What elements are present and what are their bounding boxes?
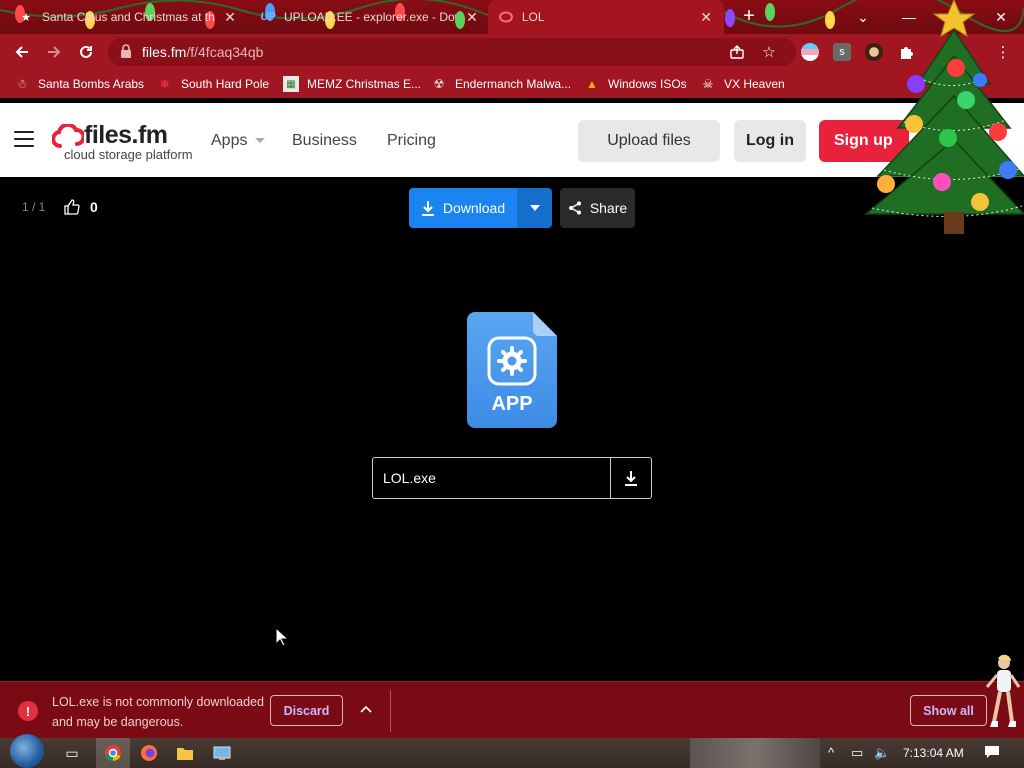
shelf-divider <box>390 690 391 732</box>
action-center-icon[interactable] <box>984 745 1000 762</box>
browser-toolbar: files.fm/f/4fcaq34qb ☆ s ⋮ <box>0 34 1024 70</box>
address-bar[interactable]: files.fm/f/4fcaq34qb ☆ <box>108 38 796 66</box>
extension-s-icon[interactable]: s <box>833 43 851 61</box>
tab-lol[interactable]: LOL ✕ <box>488 0 724 34</box>
caret-down-icon <box>255 138 266 144</box>
chrome-icon[interactable] <box>102 742 124 764</box>
share-icon <box>568 201 581 215</box>
like-count: 0 <box>90 199 98 215</box>
discard-button[interactable]: Discard <box>270 695 343 726</box>
tab-strip: ★ Santa Claus and Christmas at the ✕ UP … <box>0 0 1024 34</box>
bookmark-item[interactable]: ▦ MEMZ Christmas E... <box>283 75 421 93</box>
tab-upload-ee[interactable]: UP UPLOAD.EE - explorer.exe - Dow ✕ <box>250 0 490 34</box>
share-button[interactable]: Share <box>560 188 635 228</box>
upload-ee-icon: UP <box>260 11 276 23</box>
windows-taskbar: ▭ ^ ▭ 🔈 7:13:04 AM <box>0 734 1024 768</box>
volume-icon[interactable]: 🔈 <box>874 745 890 761</box>
lock-icon <box>121 44 131 58</box>
download-button[interactable]: Download <box>409 188 517 228</box>
firefox-icon[interactable] <box>138 742 160 764</box>
reload-icon[interactable] <box>74 40 98 64</box>
back-arrow-icon[interactable] <box>10 40 34 64</box>
memz-icon: ▦ <box>283 76 299 92</box>
site-header: files.fm cloud storage platform Apps Bus… <box>0 103 1024 177</box>
caret-down-icon <box>529 205 540 211</box>
start-button[interactable] <box>10 734 44 768</box>
download-icon <box>625 471 637 486</box>
bookmark-item[interactable]: ▲ Windows ISOs <box>584 75 687 93</box>
share-page-icon[interactable] <box>728 43 746 61</box>
tab-title: UPLOAD.EE - explorer.exe - Dow <box>284 10 456 24</box>
extensions-puzzle-icon[interactable] <box>897 43 915 61</box>
control-panel-icon[interactable] <box>211 742 233 764</box>
file-download-button[interactable] <box>610 458 651 498</box>
bookmark-item[interactable]: ☠ VX Heaven <box>700 75 785 93</box>
extension-flag-icon[interactable] <box>801 43 819 61</box>
nav-pricing[interactable]: Pricing <box>387 132 436 150</box>
bookmark-star-icon[interactable]: ☆ <box>760 43 778 61</box>
like-button[interactable]: 0 <box>64 199 98 215</box>
menu-kebab-icon[interactable]: ⋮ <box>994 43 1012 61</box>
bookmark-item[interactable]: ❄ South Hard Pole <box>157 75 269 93</box>
warning-icon: ! <box>18 701 38 721</box>
app-file-type-icon: APP <box>467 312 557 428</box>
sign-up-button[interactable]: Sign up <box>819 120 909 162</box>
extension-avatar-icon[interactable] <box>865 43 883 61</box>
close-icon[interactable]: ✕ <box>464 9 480 26</box>
mouse-cursor-icon <box>275 627 289 647</box>
system-clock[interactable]: 7:13:04 AM <box>903 746 964 760</box>
tab-title: Santa Claus and Christmas at the <box>42 10 214 24</box>
download-warning-text: LOL.exe is not commonly downloaded and m… <box>52 695 264 729</box>
show-all-button[interactable]: Show all <box>910 695 987 726</box>
file-name: LOL.exe <box>383 470 436 486</box>
tab-santa[interactable]: ★ Santa Claus and Christmas at the ✕ <box>8 0 248 34</box>
log-in-button[interactable]: Log in <box>734 120 806 162</box>
santa-icon: ☃ <box>16 77 28 91</box>
download-button-group: Download <box>409 188 552 228</box>
download-icon <box>421 201 434 216</box>
vx-heaven-icon: ☠ <box>702 77 714 91</box>
filesfm-logo[interactable]: files.fm cloud storage platform <box>52 121 193 162</box>
page-counter: 1 / 1 <box>22 200 46 214</box>
santa-icon: ★ <box>21 11 31 24</box>
bookmark-item[interactable]: ☃ Santa Bombs Arabs <box>14 75 144 93</box>
forward-arrow-icon[interactable] <box>42 40 66 64</box>
file-viewer: 1 / 1 0 Download Share APP LOL.exe <box>0 177 1024 681</box>
taskbar-blurred-region <box>690 738 820 768</box>
nav-apps[interactable]: Apps <box>211 132 266 150</box>
filesfm-icon <box>498 9 514 25</box>
snowflake-icon: ❄ <box>159 77 171 91</box>
dancing-figure-decoration <box>985 654 1021 727</box>
file-explorer-icon[interactable] <box>174 742 196 764</box>
chevron-up-icon[interactable] <box>358 702 374 718</box>
tab-title: LOL <box>521 10 545 24</box>
minimize-button[interactable]: — <box>886 0 932 34</box>
thumbs-up-icon <box>64 199 80 215</box>
tray-chevron-up-icon[interactable]: ^ <box>828 745 834 760</box>
bookmarks-bar: ☃ Santa Bombs Arabs ❄ South Hard Pole ▦ … <box>0 70 1024 98</box>
file-row: LOL.exe <box>372 457 652 499</box>
task-view-icon[interactable]: ▭ <box>61 742 83 764</box>
file-type-label: APP <box>491 393 532 415</box>
nav-business[interactable]: Business <box>292 132 357 150</box>
url-text: files.fm/f/4fcaq34qb <box>142 44 264 60</box>
logo-tagline: cloud storage platform <box>64 147 193 162</box>
enderman-icon: ☢ <box>433 77 445 91</box>
upload-files-button[interactable]: Upload files <box>578 120 720 162</box>
new-tab-button[interactable]: + <box>738 6 760 28</box>
download-shelf: ! LOL.exe is not commonly downloaded and… <box>0 681 1024 738</box>
tab-search-chevron-icon[interactable]: ⌄ <box>840 0 886 34</box>
close-icon[interactable]: ✕ <box>222 9 238 26</box>
close-window-button[interactable]: ✕ <box>978 0 1024 34</box>
xmas-tree-icon: ▲ <box>586 77 598 91</box>
hamburger-menu-icon[interactable] <box>14 131 34 147</box>
close-icon[interactable]: ✕ <box>698 9 714 26</box>
bookmark-item[interactable]: ☢ Endermanch Malwa... <box>431 75 571 93</box>
logo-wordmark: files.fm <box>84 121 168 149</box>
network-icon[interactable]: ▭ <box>851 745 863 761</box>
download-options-dropdown[interactable] <box>517 188 552 228</box>
